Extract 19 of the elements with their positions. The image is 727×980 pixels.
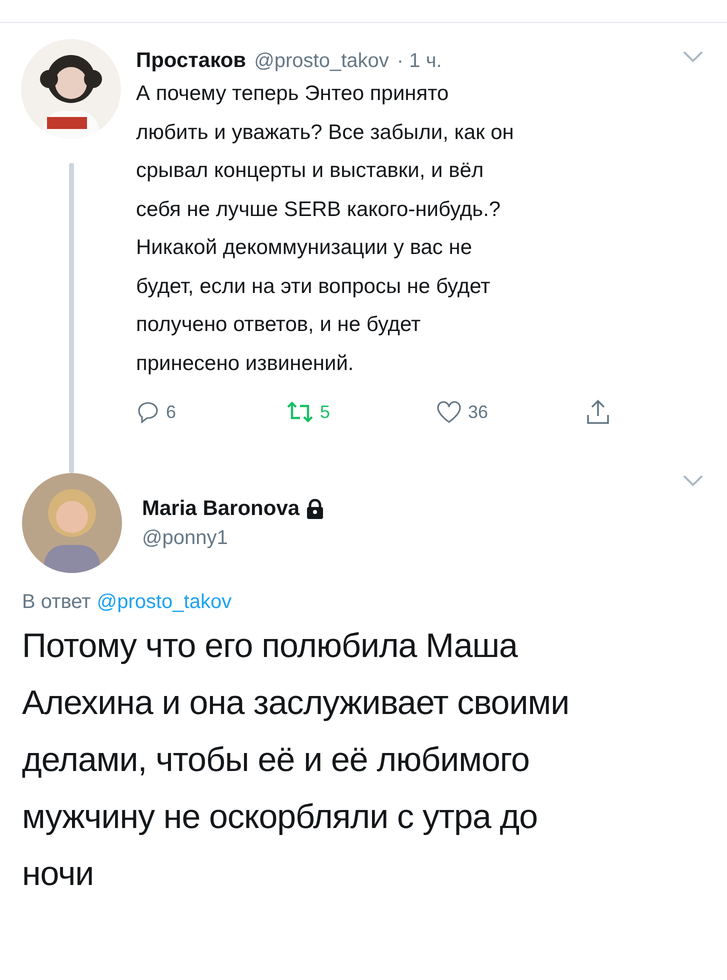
reply-button[interactable]: 6: [136, 399, 286, 425]
author-handle: @ponny1: [142, 526, 229, 550]
comment-icon: [136, 400, 160, 424]
retweet-button[interactable]: 5: [286, 399, 436, 425]
share-icon[interactable]: [586, 399, 610, 425]
tweet-text: Потому что его полюбила Маша Алехина и она заслуживает своими делами, чтобы её и её любимого мужчину не оскорбляли с утра до ночи: [22, 626, 570, 895]
reply-label: В ответ: [22, 591, 91, 614]
like-button[interactable]: 36: [436, 399, 586, 425]
author-handle: @prosto_takov: [254, 50, 389, 73]
author-name: Простаков: [136, 49, 246, 73]
author-name: Maria Baronova: [142, 496, 300, 520]
chevron-down-icon[interactable]: [683, 51, 703, 63]
reply-handle-link[interactable]: @prosto_takov: [96, 591, 232, 614]
lock-icon: [306, 498, 324, 518]
chevron-down-icon[interactable]: [683, 475, 703, 487]
tweet-text: А почему теперь Энтео принято любить и уважать? Все забыли, как он срывал концерты и выставки, и вёл себя не лучше SERB какого-нибудь.? Никакой декоммунизации у вас не будет, если на эти вопросы не будет получено ответов, и не будет принесено извинений.: [136, 81, 515, 376]
heart-icon: [436, 400, 462, 424]
retweet-icon: [286, 400, 314, 424]
tweet-time: · 1 ч.: [396, 50, 442, 73]
